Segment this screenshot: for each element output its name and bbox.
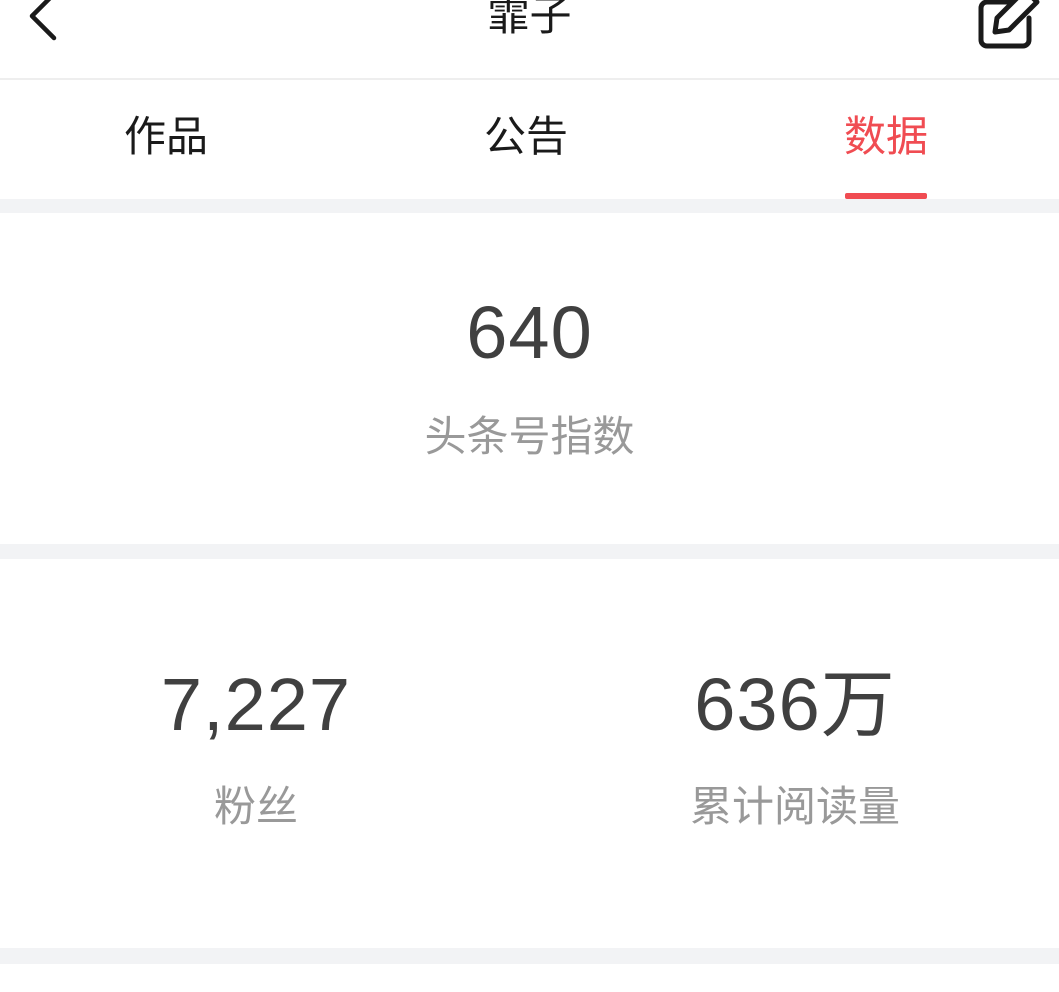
tab-data[interactable]: 数据 xyxy=(786,80,986,199)
fans-value: 7,227 xyxy=(160,663,352,746)
tab-works-label: 作品 xyxy=(123,112,208,161)
fans-stat[interactable]: 7,227 粉丝 xyxy=(0,665,512,833)
index-stat: 640 头条号指数 xyxy=(0,293,1059,463)
section-divider xyxy=(0,544,1059,559)
tab-announcement-label: 公告 xyxy=(483,112,568,161)
page-title: 霏子 xyxy=(487,0,572,40)
tab-bar: 作品 公告 数据 xyxy=(0,80,1059,199)
tab-works[interactable]: 作品 xyxy=(66,80,266,199)
stats-card: 7,227 粉丝 636万 累计阅读量 xyxy=(0,559,1059,948)
index-value: 640 xyxy=(466,291,593,374)
edit-icon xyxy=(978,0,1040,49)
reads-value: 636万 xyxy=(694,663,896,746)
top-bar: 霏子 xyxy=(0,0,1059,80)
fans-label: 粉丝 xyxy=(213,782,298,831)
tab-data-label: 数据 xyxy=(843,112,928,161)
index-card: 640 头条号指数 xyxy=(0,213,1059,544)
reads-stat[interactable]: 636万 累计阅读量 xyxy=(530,665,1059,833)
index-label: 头条号指数 xyxy=(424,412,635,461)
section-divider xyxy=(0,199,1059,213)
reads-label: 累计阅读量 xyxy=(689,782,900,831)
edit-button[interactable] xyxy=(977,0,1041,50)
section-divider xyxy=(0,948,1059,964)
tab-announcement[interactable]: 公告 xyxy=(426,80,626,199)
